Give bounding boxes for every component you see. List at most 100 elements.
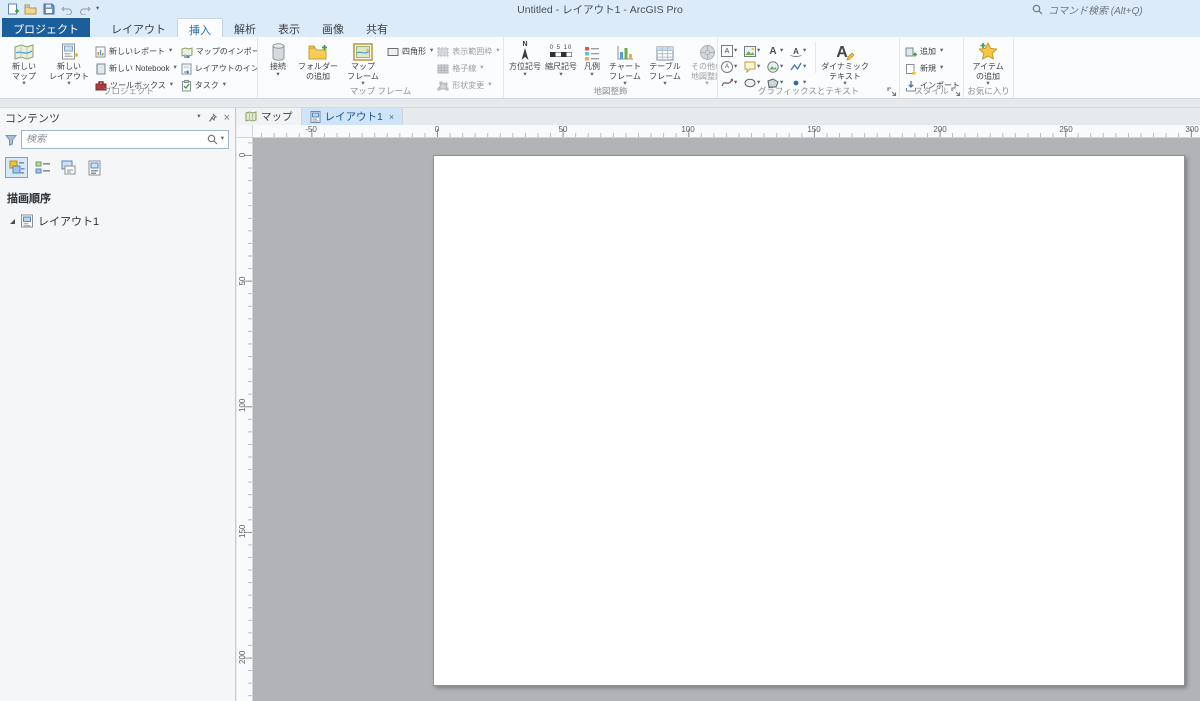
list-by-element-button[interactable]	[31, 157, 54, 178]
tab-share[interactable]: 共有	[355, 18, 399, 37]
open-project-icon[interactable]	[24, 3, 37, 16]
pin-icon[interactable]	[208, 113, 217, 123]
layout-item-icon	[20, 214, 34, 228]
layout-page[interactable]	[433, 155, 1185, 686]
picture-icon	[744, 45, 756, 57]
chart-frame-button[interactable]: チャート フレーム ▾	[605, 40, 645, 88]
circle-text-button[interactable]: A ▾	[721, 59, 743, 75]
grid-button[interactable]: 格子線 ▾	[435, 61, 501, 76]
ribbon-group-graphics-text: A ▾ ▾ A ▾ A ▾ A ▾ ▾ ▾ ▾ ▾ ▾ ▾ ▾ A ダイナミック…	[718, 37, 900, 98]
connections-icon	[271, 41, 286, 61]
group-label-graphics-text: グラフィックスとテキスト	[757, 86, 860, 96]
view-tab-map[interactable]: マップ	[237, 108, 302, 125]
tree-item-layout1[interactable]: レイアウト1	[0, 212, 235, 230]
legend-button[interactable]: 凡例 ▾	[579, 40, 605, 78]
dynamic-text-icon: A	[836, 41, 854, 61]
picture-button[interactable]: ▾	[744, 43, 766, 59]
add-folder-button[interactable]: フォルダー の追加	[295, 40, 341, 81]
extent-frame-button[interactable]: 表示範囲枠 ▾	[435, 44, 501, 59]
new-project-icon[interactable]	[6, 3, 19, 16]
filter-icon[interactable]	[5, 134, 17, 146]
new-map-button[interactable]: 新しい マップ ▾	[3, 40, 45, 88]
ribbon: 新しい マップ ▾ 新しい レイアウト ▾ 新しいレポート ▾ 新しい Note…	[0, 37, 1200, 99]
style-add-button[interactable]: 追加 ▾	[903, 44, 963, 59]
contents-search-input[interactable]	[26, 134, 204, 145]
tab-analysis[interactable]: 解析	[223, 18, 267, 37]
new-notebook-button[interactable]: 新しい Notebook ▾	[93, 61, 179, 76]
tab-layout[interactable]: レイアウト	[100, 18, 177, 37]
group-divider	[815, 42, 816, 73]
tab-project[interactable]: プロジェクト	[2, 18, 90, 37]
grid-icon	[437, 64, 449, 74]
add-item-button[interactable]: アイテム の追加 ▾	[967, 40, 1009, 88]
tree-expander-icon[interactable]	[8, 217, 16, 225]
extent-frame-icon	[437, 47, 449, 57]
map-frame-button[interactable]: マップ フレーム ▾	[341, 40, 385, 88]
other-surrounds-button[interactable]: その他の 地図整飾 ▾	[685, 40, 717, 88]
curved-text-button[interactable]: A ▾	[790, 43, 812, 59]
dropdown-caret-icon: ▾	[169, 47, 173, 55]
save-icon[interactable]	[42, 3, 55, 16]
qat-customize-caret-icon[interactable]: ▾	[96, 5, 99, 13]
circle-picture-button[interactable]: ▾	[767, 59, 789, 75]
new-layout-button[interactable]: 新しい レイアウト ▾	[45, 40, 93, 88]
dropdown-caret-icon: ▾	[757, 62, 761, 70]
ruler-label: 50	[558, 125, 568, 134]
search-icon[interactable]	[207, 134, 218, 145]
layout-tab-icon	[310, 110, 321, 123]
layout-canvas[interactable]	[253, 138, 1200, 701]
other-surrounds-icon	[699, 41, 716, 61]
quick-access-toolbar: ▾	[0, 3, 99, 16]
ribbon-group-favorites: アイテム の追加 ▾ お気に入り	[964, 37, 1014, 98]
rectangle-button[interactable]: 四角形 ▾	[385, 44, 435, 59]
redo-icon[interactable]	[78, 3, 91, 16]
callout-button[interactable]: ▾	[744, 59, 766, 75]
contents-view-modes	[5, 157, 235, 178]
style-new-button[interactable]: 新規 ▾	[903, 61, 963, 76]
dropdown-caret-icon: ▾	[173, 64, 177, 72]
close-icon[interactable]: ×	[224, 112, 230, 124]
line-button[interactable]: ▾	[790, 59, 812, 75]
tab-imagery[interactable]: 画像	[311, 18, 355, 37]
ribbon-group-map-surrounds: N 方位記号 ▾ 0 5 10 縮尺記号 ▾ 凡例 ▾ チャート フレーム ▾	[504, 37, 718, 98]
dropdown-caret-icon: ▾	[480, 64, 484, 72]
new-report-button[interactable]: 新しいレポート ▾	[93, 44, 179, 59]
rectangle-icon	[387, 47, 399, 57]
dropdown-caret-icon: ▾	[734, 62, 738, 70]
add-folder-icon	[308, 41, 328, 61]
tab-insert[interactable]: 挿入	[177, 18, 223, 37]
table-frame-button[interactable]: テーブル フレーム ▾	[645, 40, 685, 88]
rectangle-text-icon: A	[721, 45, 733, 57]
import-map-icon	[181, 46, 193, 58]
ruler-label: 0	[434, 125, 440, 134]
connections-button[interactable]: 接続 ▾	[261, 40, 295, 78]
text-button[interactable]: A ▾	[767, 43, 789, 59]
list-by-drawing-order-button[interactable]	[5, 157, 28, 178]
line-icon	[790, 61, 802, 73]
search-options-caret-icon[interactable]: ▾	[221, 136, 224, 143]
ruler-label: 0	[238, 152, 247, 158]
undo-icon[interactable]	[60, 3, 73, 16]
dynamic-text-button[interactable]: A ダイナミック テキスト ▾	[819, 40, 871, 88]
map-frame-icon	[353, 41, 373, 61]
scale-bar-button[interactable]: 0 5 10 縮尺記号 ▾	[543, 40, 579, 78]
close-tab-icon[interactable]: ×	[389, 112, 394, 122]
command-search[interactable]: コマンド検索 (Alt+Q)	[1032, 1, 1192, 17]
pane-menu-caret-icon[interactable]: ▾	[197, 114, 200, 121]
list-by-page-button[interactable]	[83, 157, 106, 178]
tab-view[interactable]: 表示	[267, 18, 311, 37]
north-arrow-icon: N	[520, 41, 530, 61]
import-layout-button[interactable]: レイアウトのインポート ▾	[179, 61, 257, 76]
style-new-icon	[905, 63, 917, 75]
view-tab-layout1[interactable]: レイアウト1 ×	[301, 108, 404, 125]
table-frame-icon	[656, 41, 674, 61]
ruler-label: 200	[238, 650, 247, 664]
dropdown-caret-icon: ▾	[803, 46, 807, 54]
horizontal-ruler: -50 0 50 100 150 200 250 300	[253, 125, 1200, 138]
list-by-map-frame-button[interactable]	[57, 157, 80, 178]
drawing-order-heading: 描画順序	[7, 193, 51, 205]
north-arrow-button[interactable]: N 方位記号 ▾	[507, 40, 543, 78]
rectangle-text-button[interactable]: A ▾	[721, 43, 743, 59]
import-map-button[interactable]: マップのインポート ▾	[179, 44, 257, 59]
dropdown-caret-icon: ▾	[803, 62, 807, 70]
